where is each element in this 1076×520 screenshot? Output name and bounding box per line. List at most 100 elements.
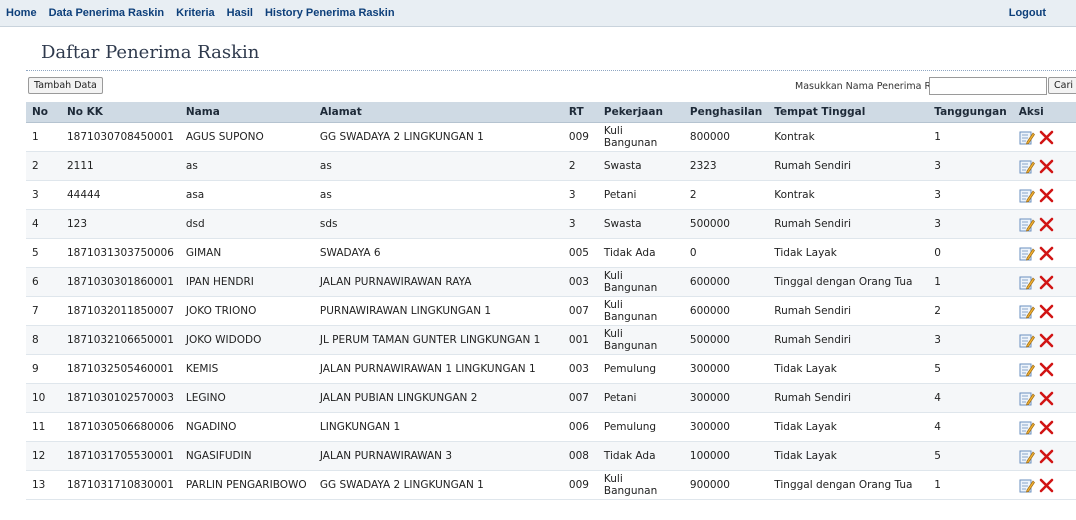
edit-icon[interactable] — [1019, 449, 1035, 464]
delete-icon[interactable] — [1039, 246, 1054, 261]
cell-pekerjaan: Kuli Bangunan — [597, 296, 684, 326]
edit-icon[interactable] — [1019, 130, 1035, 145]
delete-icon[interactable] — [1039, 188, 1054, 203]
cell-no-kk: 1871030708450001 — [61, 122, 180, 152]
cell-aksi — [1012, 470, 1076, 500]
cell-aksi — [1012, 412, 1076, 442]
cell-tempat-tinggal: Tidak Layak — [768, 412, 929, 442]
title-divider — [26, 70, 1076, 71]
cell-alamat: as — [313, 180, 563, 210]
cell-tempat-tinggal: Rumah Sendiri — [768, 325, 929, 355]
cell-tanggungan: 1 — [928, 122, 1013, 152]
edit-icon[interactable] — [1019, 478, 1035, 493]
edit-icon[interactable] — [1019, 188, 1035, 203]
nav-home[interactable]: Home — [6, 7, 37, 19]
cell-tempat-tinggal: Rumah Sendiri — [768, 383, 929, 413]
cell-nama: NGADINO — [179, 412, 314, 442]
delete-icon[interactable] — [1039, 478, 1054, 493]
cell-aksi — [1012, 383, 1076, 413]
logout-link[interactable]: Logout — [1009, 7, 1046, 19]
delete-icon[interactable] — [1039, 275, 1054, 290]
cell-no: 7 — [26, 296, 61, 326]
cell-no-kk: 1871031705530001 — [61, 441, 180, 471]
cell-aksi — [1012, 325, 1076, 355]
cell-nama: NGASIFUDIN — [179, 441, 314, 471]
cell-tanggungan: 2 — [928, 296, 1013, 326]
cell-rt: 3 — [562, 209, 598, 239]
cell-nama: as — [179, 151, 314, 181]
edit-icon[interactable] — [1019, 217, 1035, 232]
search-button[interactable]: Cari — [1048, 77, 1076, 94]
edit-icon[interactable] — [1019, 333, 1035, 348]
cell-nama: AGUS SUPONO — [179, 122, 314, 152]
cell-rt: 2 — [562, 151, 598, 181]
cell-pekerjaan: Kuli Bangunan — [597, 267, 684, 297]
edit-icon[interactable] — [1019, 420, 1035, 435]
cell-alamat: as — [313, 151, 563, 181]
cell-aksi — [1012, 267, 1076, 297]
table-row: 4 123 dsd sds 3 Swasta 500000 Rumah Sendiri 3 — [26, 209, 1076, 239]
table-row: 1 1871030708450001 AGUS SUPONO GG SWADAYA 2… — [26, 122, 1076, 152]
cell-nama: GIMAN — [179, 238, 314, 268]
cell-penghasilan: 0 — [683, 238, 769, 268]
cell-no-kk: 1871032505460001 — [61, 354, 180, 384]
cell-no: 10 — [26, 383, 61, 413]
cell-tanggungan: 5 — [928, 354, 1013, 384]
nav-hasil[interactable]: Hasil — [227, 7, 253, 19]
delete-icon[interactable] — [1039, 130, 1054, 145]
cell-no-kk: 1871031710830001 — [61, 470, 180, 500]
col-no-kk: No KK — [61, 102, 180, 123]
cell-no-kk: 1871030506680006 — [61, 412, 180, 442]
cell-penghasilan: 500000 — [683, 209, 769, 239]
cell-pekerjaan: Kuli Bangunan — [597, 325, 684, 355]
cell-penghasilan: 300000 — [683, 412, 769, 442]
cell-aksi — [1012, 441, 1076, 471]
cell-no-kk: 1871032106650001 — [61, 325, 180, 355]
cell-rt: 007 — [562, 383, 598, 413]
cell-tanggungan: 3 — [928, 151, 1013, 181]
nav-kriteria[interactable]: Kriteria — [176, 7, 215, 19]
cell-aksi — [1012, 354, 1076, 384]
edit-icon[interactable] — [1019, 304, 1035, 319]
table-header-row: No No KK Nama Alamat RT Pekerjaan Pengha… — [26, 102, 1076, 123]
edit-icon[interactable] — [1019, 362, 1035, 377]
edit-icon[interactable] — [1019, 246, 1035, 261]
search-input[interactable] — [929, 77, 1047, 95]
cell-alamat: JALAN PURNAWIRAWAN 3 — [313, 441, 563, 471]
delete-icon[interactable] — [1039, 420, 1054, 435]
delete-icon[interactable] — [1039, 159, 1054, 174]
cell-penghasilan: 500000 — [683, 325, 769, 355]
cell-penghasilan: 900000 — [683, 470, 769, 500]
cell-pekerjaan: Swasta — [597, 209, 684, 239]
delete-icon[interactable] — [1039, 449, 1054, 464]
cell-penghasilan: 100000 — [683, 441, 769, 471]
toolbar: Tambah Data Masukkan Nama Penerima Raski… — [26, 77, 1076, 96]
delete-icon[interactable] — [1039, 217, 1054, 232]
edit-icon[interactable] — [1019, 391, 1035, 406]
delete-icon[interactable] — [1039, 333, 1054, 348]
delete-icon[interactable] — [1039, 391, 1054, 406]
nav-data-penerima-raskin[interactable]: Data Penerima Raskin — [49, 7, 165, 19]
cell-rt: 3 — [562, 180, 598, 210]
cell-penghasilan: 300000 — [683, 354, 769, 384]
table-row: 7 1871032011850007 JOKO TRIONO PURNAWIRAWAN… — [26, 296, 1076, 326]
add-data-button[interactable]: Tambah Data — [28, 77, 103, 94]
cell-tanggungan: 0 — [928, 238, 1013, 268]
cell-aksi — [1012, 238, 1076, 268]
nav-history-penerima-raskin[interactable]: History Penerima Raskin — [265, 7, 395, 19]
edit-icon[interactable] — [1019, 275, 1035, 290]
cell-tempat-tinggal: Tidak Layak — [768, 238, 929, 268]
cell-nama: dsd — [179, 209, 314, 239]
cell-rt: 007 — [562, 296, 598, 326]
delete-icon[interactable] — [1039, 304, 1054, 319]
cell-pekerjaan: Petani — [597, 383, 684, 413]
cell-pekerjaan: Tidak Ada — [597, 441, 684, 471]
cell-tanggungan: 4 — [928, 383, 1013, 413]
delete-icon[interactable] — [1039, 362, 1054, 377]
cell-no: 1 — [26, 122, 61, 152]
recipient-table: No No KK Nama Alamat RT Pekerjaan Pengha… — [26, 102, 1076, 500]
cell-alamat: JALAN PURNAWIRAWAN 1 LINGKUNGAN 1 — [313, 354, 563, 384]
cell-no-kk: 1871030301860001 — [61, 267, 180, 297]
edit-icon[interactable] — [1019, 159, 1035, 174]
cell-nama: PARLIN PENGARIBOWO — [179, 470, 314, 500]
